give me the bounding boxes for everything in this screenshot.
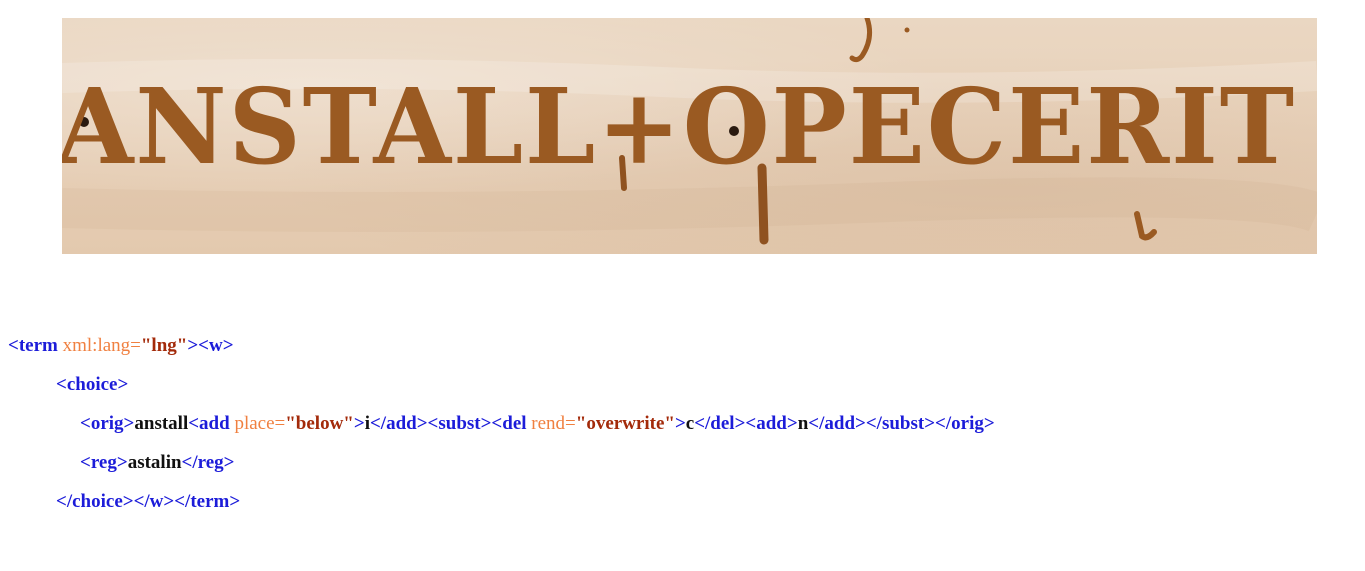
xml-tag: </add><subst><del xyxy=(369,413,532,434)
xml-attribute: rend= xyxy=(531,413,576,434)
code-line-4: <reg>astalin</reg> xyxy=(8,443,995,482)
xml-value: "lng" xyxy=(140,335,188,356)
xml-tag: <reg> xyxy=(80,452,128,473)
xml-text: c xyxy=(685,413,695,434)
xml-value: "overwrite" xyxy=(575,413,675,434)
xml-tag: </add></subst></orig> xyxy=(808,413,995,434)
xml-tag: </reg> xyxy=(181,452,235,473)
xml-tag: <term xyxy=(8,335,63,356)
xml-code-block: <term xml:lang="lng"><w> <choice> <orig>… xyxy=(8,326,995,521)
xml-tag: > xyxy=(353,413,365,434)
xml-text: anstall xyxy=(134,413,189,434)
manuscript-image: ANSTALL+OPECERIT xyxy=(62,18,1317,254)
xml-tag: <choice> xyxy=(56,374,129,395)
xml-value: "below" xyxy=(285,413,354,434)
page: ANSTALL+OPECERIT <term xml:lang="lng"><w… xyxy=(0,0,1365,571)
xml-text: n xyxy=(797,413,809,434)
xml-attribute: place= xyxy=(234,413,286,434)
xml-tag: > xyxy=(674,413,686,434)
xml-tag: <add xyxy=(188,413,235,434)
xml-tag: ><w> xyxy=(187,335,234,356)
xml-text: astalin xyxy=(127,452,182,473)
code-line-3: <orig>anstall<add place="below">i</add><… xyxy=(8,404,995,443)
xml-tag: <orig> xyxy=(80,413,135,434)
xml-attribute: xml:lang= xyxy=(62,335,141,356)
code-line-5: </choice></w></term> xyxy=(8,482,995,521)
code-line-1: <term xml:lang="lng"><w> xyxy=(8,326,995,365)
manuscript-ink-text: ANSTALL+OPECERIT xyxy=(62,65,1296,188)
xml-tag: </choice></w></term> xyxy=(56,491,241,512)
code-line-2: <choice> xyxy=(8,365,995,404)
xml-tag: </del><add> xyxy=(694,413,798,434)
manuscript-ink-drawing: ANSTALL+OPECERIT xyxy=(62,18,1317,245)
